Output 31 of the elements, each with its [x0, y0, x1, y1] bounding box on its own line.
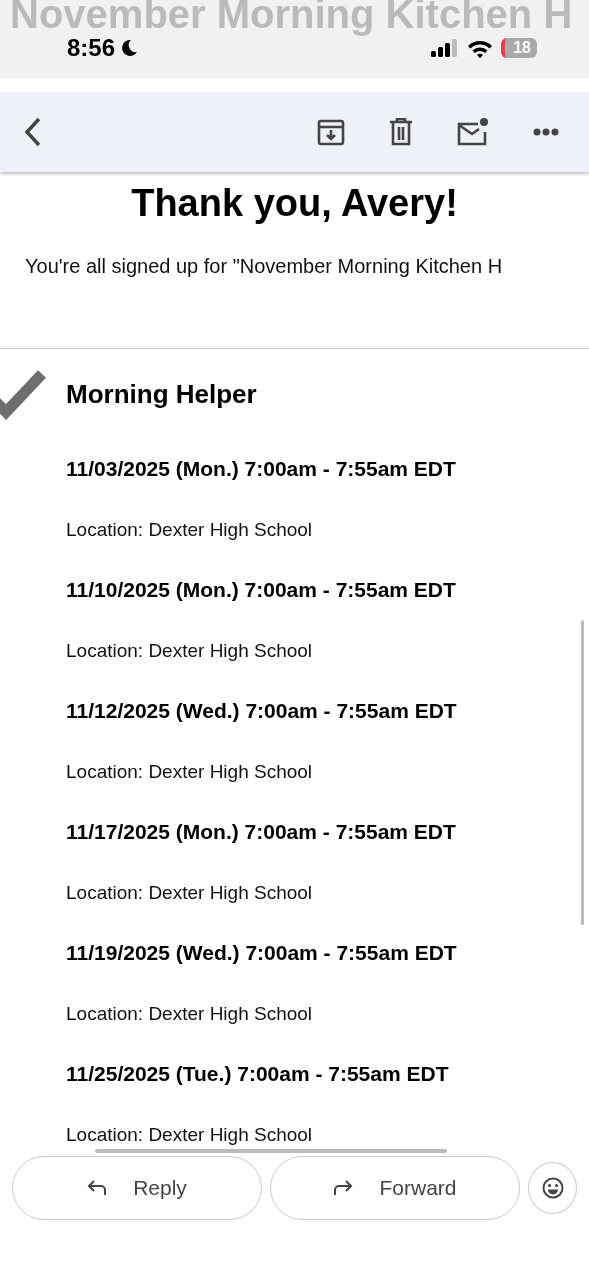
slot-time: 11/25/2025 (Tue.) 7:00am - 7:55am EDT: [66, 1062, 450, 1086]
slot-location: Location: Dexter High School: [66, 761, 314, 783]
forward-button[interactable]: Forward: [270, 1156, 520, 1220]
role-title: Morning Helper: [66, 378, 257, 410]
reply-arrow-icon: [87, 1180, 108, 1196]
signal-icon: [431, 39, 460, 57]
check-icon: [0, 368, 46, 420]
slot-time: 11/03/2025 (Mon.) 7:00am - 7:55am EDT: [66, 457, 457, 481]
slot-time: 11/17/2025 (Mon.) 7:00am - 7:55am EDT: [66, 820, 457, 844]
slot-location: Location: Dexter High School: [66, 519, 314, 541]
trash-icon[interactable]: [389, 118, 413, 146]
slot-location: Location: Dexter High School: [66, 1003, 314, 1025]
slot-time: 11/12/2025 (Wed.) 7:00am - 7:55am EDT: [66, 699, 458, 723]
smiley-icon: [541, 1177, 564, 1199]
email-heading: Thank you, Avery!: [130, 182, 459, 225]
slot-location: Location: Dexter High School: [66, 1124, 314, 1146]
reply-button[interactable]: Reply: [12, 1156, 262, 1220]
slot-time: 11/10/2025 (Mon.) 7:00am - 7:55am EDT: [66, 578, 457, 602]
slot-time: 11/19/2025 (Wed.) 7:00am - 7:55am EDT: [66, 941, 458, 965]
forward-arrow-icon: [333, 1180, 354, 1196]
emoji-button[interactable]: [528, 1162, 577, 1214]
slot-location: Location: Dexter High School: [66, 640, 314, 662]
intro-text: You're all signed up for "November Morning Kitchen H: [25, 255, 503, 277]
archive-icon[interactable]: [317, 118, 345, 146]
slot-location: Location: Dexter High School: [66, 882, 314, 904]
battery-indicator: 18: [501, 38, 537, 58]
clock-time: 8:56: [67, 34, 116, 62]
mail-icon[interactable]: [457, 118, 489, 146]
moon-icon: [119, 38, 140, 58]
more-icon[interactable]: [533, 128, 559, 136]
wifi-icon: [467, 38, 494, 58]
